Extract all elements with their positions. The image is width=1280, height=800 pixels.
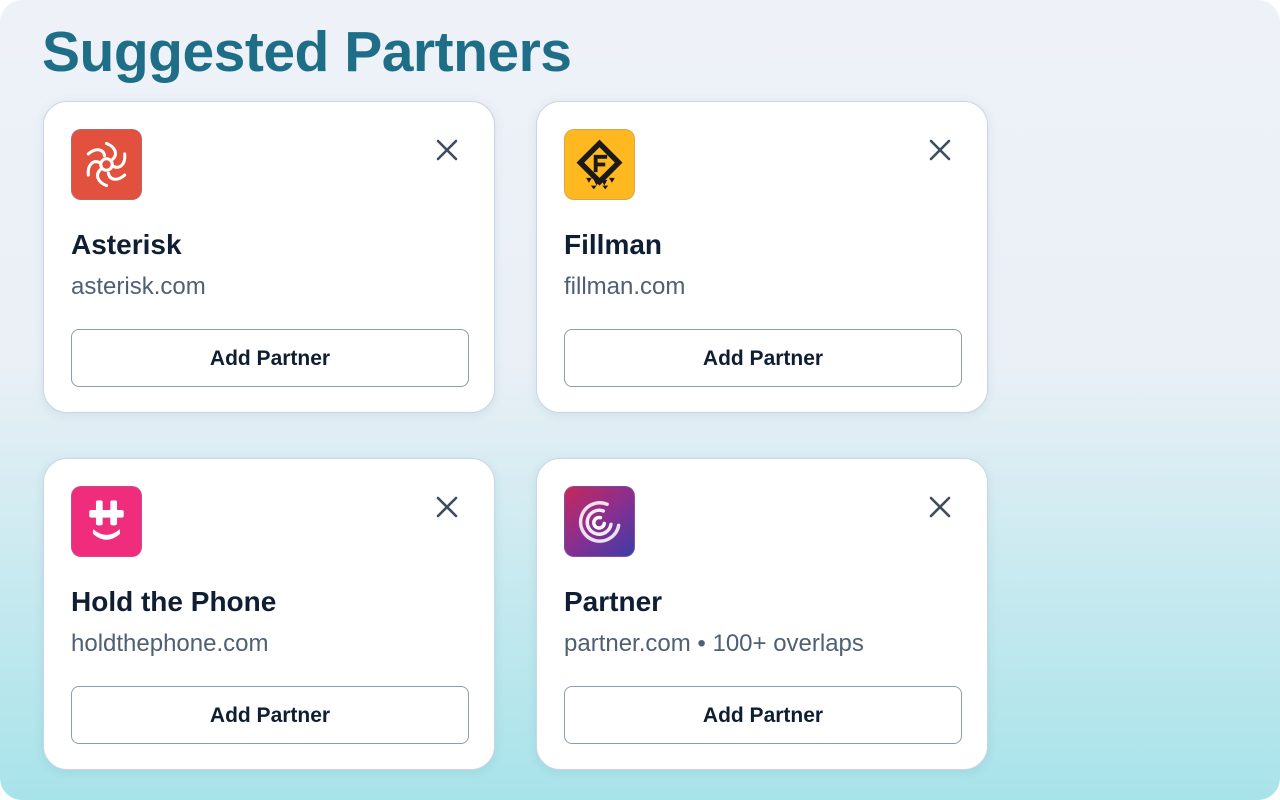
hold-the-phone-logo-icon <box>71 486 142 557</box>
close-icon <box>436 139 458 161</box>
partner-card-asterisk: Asterisk asterisk.com Add Partner <box>43 101 495 413</box>
partner-domain: asterisk.com <box>71 273 206 300</box>
partner-card-fillman: Fillman fillman.com Add Partner <box>536 101 988 413</box>
add-partner-button[interactable]: Add Partner <box>564 329 962 387</box>
dismiss-partner-button[interactable] <box>927 494 953 520</box>
fillman-logo-icon <box>564 129 635 200</box>
partner-name: Hold the Phone <box>71 586 277 617</box>
partner-card-hold-the-phone: Hold the Phone holdthephone.com Add Part… <box>43 458 495 770</box>
close-icon <box>436 496 458 518</box>
partner-domain-overlaps: partner.com • 100+ overlaps <box>564 630 864 657</box>
partner-card-partner: Partner partner.com • 100+ overlaps Add … <box>536 458 988 770</box>
partner-logo-icon <box>564 486 635 557</box>
dismiss-fillman-button[interactable] <box>927 137 953 163</box>
dismiss-hold-the-phone-button[interactable] <box>434 494 460 520</box>
close-icon <box>929 496 951 518</box>
partner-name: Partner <box>564 586 663 617</box>
add-partner-button[interactable]: Add Partner <box>564 686 962 744</box>
partner-name: Fillman <box>564 229 663 260</box>
suggested-partners-panel: Suggested Partners Asterisk asterisk.com… <box>0 0 1280 800</box>
asterisk-logo-icon <box>71 129 142 200</box>
page-title: Suggested Partners <box>42 20 572 84</box>
partner-name: Asterisk <box>71 229 182 260</box>
dismiss-asterisk-button[interactable] <box>434 137 460 163</box>
add-partner-button[interactable]: Add Partner <box>71 329 469 387</box>
partner-domain: holdthephone.com <box>71 630 269 657</box>
partner-domain: fillman.com <box>564 273 686 300</box>
close-icon <box>929 139 951 161</box>
add-partner-button[interactable]: Add Partner <box>71 686 469 744</box>
